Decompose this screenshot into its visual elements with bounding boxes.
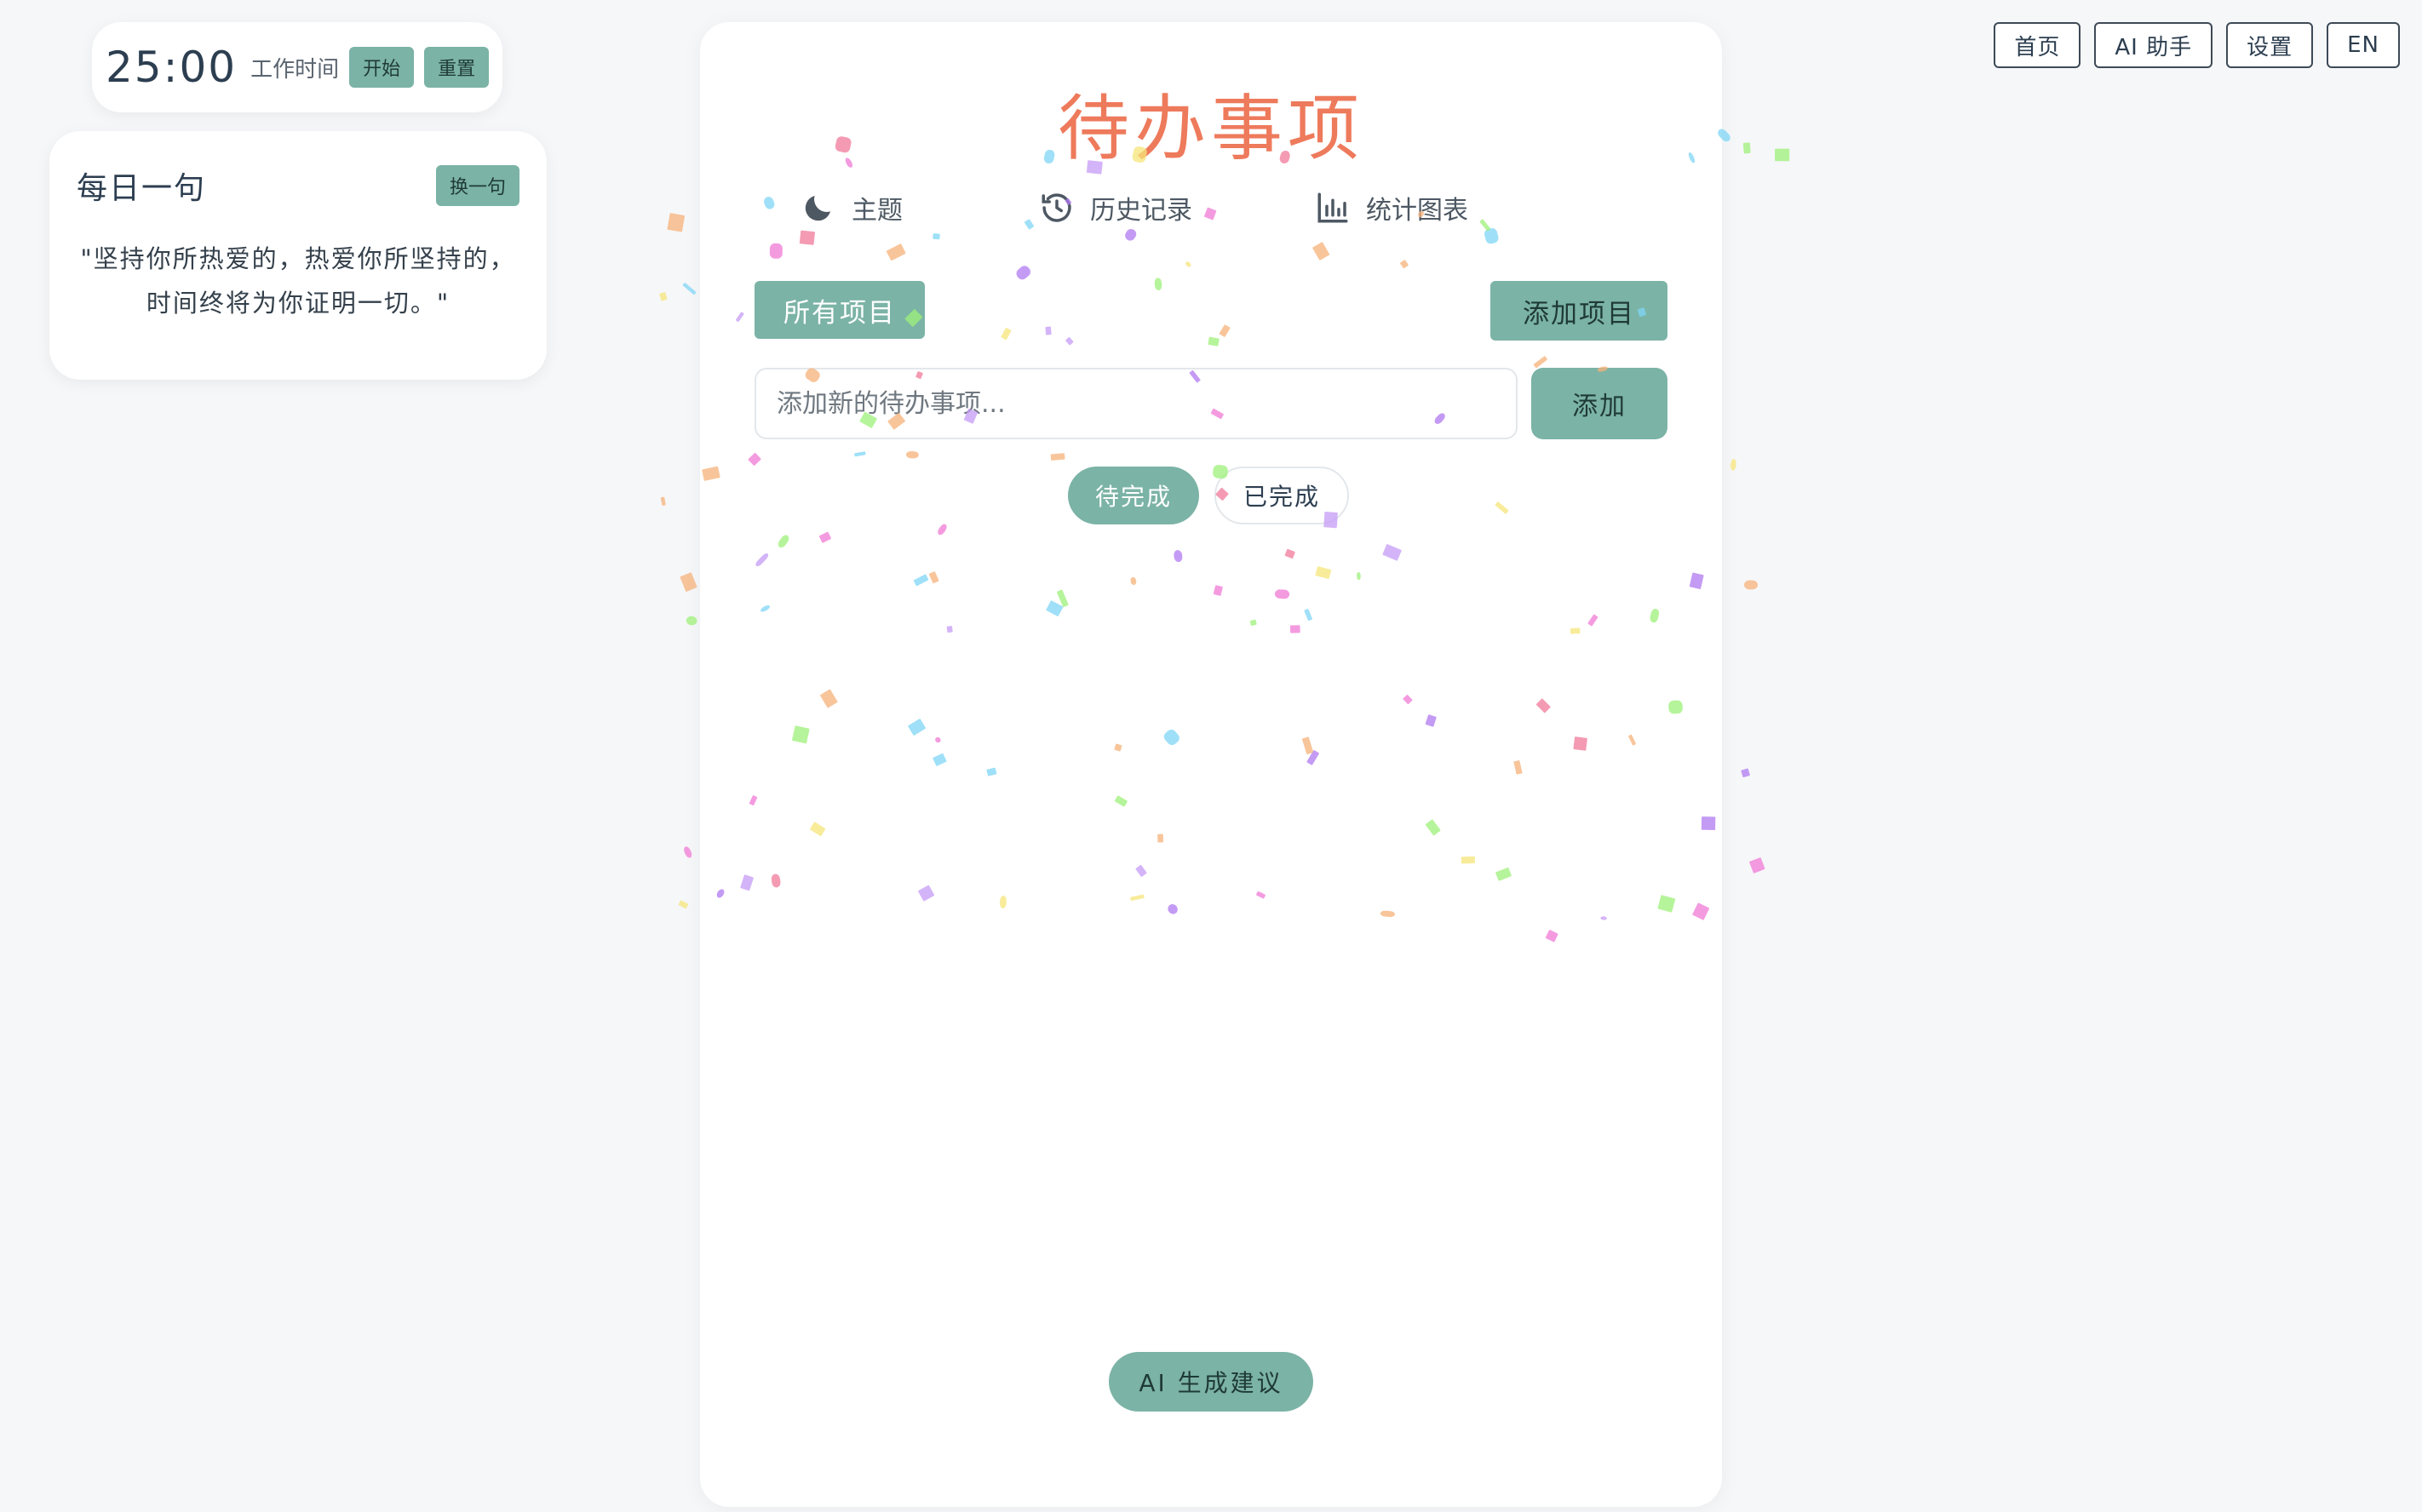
nav-ai-assistant-button[interactable]: AI 助手 — [2094, 22, 2213, 68]
todo-main-card: 待办事项 主题 历史记录 统计图表 所有项目 添加项目 添加新的待办事项... … — [700, 22, 1722, 1507]
history-button[interactable]: 历史记录 — [1039, 189, 1192, 226]
pomodoro-timer: 25:00 工作时间 开始 重置 — [92, 22, 502, 112]
timer-reset-button[interactable]: 重置 — [424, 47, 490, 88]
filter-completed-tab[interactable]: 已完成 — [1214, 467, 1350, 524]
toolbar: 主题 历史记录 统计图表 — [700, 189, 1722, 237]
theme-label: 主题 — [852, 196, 903, 226]
confetti-piece — [1775, 148, 1790, 162]
confetti-piece — [1742, 142, 1751, 154]
stats-label: 统计图表 — [1366, 196, 1468, 226]
daily-quote-card: 每日一句 换一句 "坚持你所热爱的，热爱你所坚持的，时间终将为你证明一切。" — [49, 131, 547, 380]
confetti-piece — [667, 213, 686, 232]
history-label: 历史记录 — [1090, 196, 1192, 226]
quote-refresh-button[interactable]: 换一句 — [435, 165, 519, 206]
timer-display: 25:00 — [106, 43, 238, 92]
top-nav: 首页 AI 助手 设置 EN — [1994, 22, 2400, 68]
confetti-piece — [1749, 857, 1765, 873]
add-todo-button[interactable]: 添加 — [1531, 368, 1667, 439]
quote-text: "坚持你所热爱的，热爱你所坚持的，时间终将为你证明一切。" — [80, 244, 516, 318]
confetti-piece — [682, 283, 697, 295]
all-projects-button[interactable]: 所有项目 — [755, 281, 925, 339]
confetti-piece — [686, 616, 697, 626]
moon-icon — [805, 196, 830, 221]
bar-chart-icon — [1317, 192, 1348, 223]
timer-mode-label: 工作时间 — [250, 56, 340, 83]
history-icon — [1042, 193, 1071, 222]
confetti-piece — [1741, 768, 1750, 778]
nav-settings-button[interactable]: 设置 — [2226, 22, 2314, 68]
filter-pending-tab[interactable]: 待完成 — [1067, 467, 1199, 524]
nav-home-button[interactable]: 首页 — [1994, 22, 2081, 68]
confetti-piece — [1743, 580, 1759, 590]
confetti-piece — [678, 900, 689, 909]
confetti-piece — [659, 292, 668, 301]
ai-suggest-button[interactable]: AI 生成建议 — [1109, 1352, 1313, 1412]
page-title: 待办事项 — [1057, 87, 1364, 170]
confetti-piece — [660, 496, 666, 506]
confetti-piece — [680, 572, 697, 592]
status-filter: 待完成 已完成 — [695, 467, 1722, 524]
add-project-button[interactable]: 添加项目 — [1490, 281, 1667, 341]
language-toggle-button[interactable]: EN — [2327, 22, 2400, 68]
confetti-piece — [684, 846, 692, 858]
confetti-piece — [1730, 459, 1736, 471]
new-todo-input[interactable] — [755, 368, 1518, 439]
theme-button[interactable]: 主题 — [801, 189, 903, 226]
stats-button[interactable]: 统计图表 — [1315, 189, 1468, 226]
timer-start-button[interactable]: 开始 — [349, 47, 415, 88]
